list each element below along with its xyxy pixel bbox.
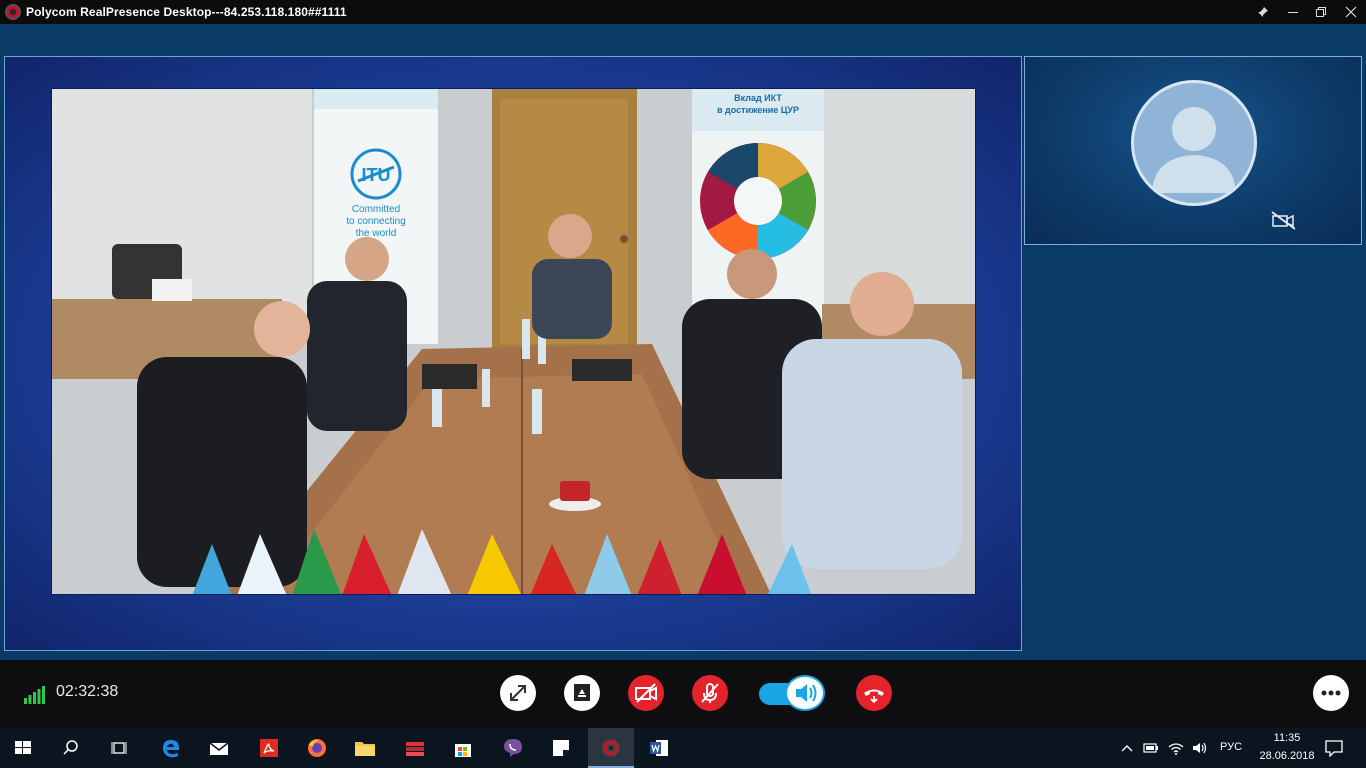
more-icon (1321, 690, 1341, 696)
battery-icon[interactable] (1142, 740, 1160, 756)
share-content-button[interactable] (564, 675, 600, 711)
task-view-button[interactable] (96, 728, 142, 768)
polycom-icon (602, 739, 620, 757)
speaker-icon (796, 684, 817, 702)
camera-toggle-button[interactable] (628, 675, 664, 711)
signal-strength-icon (24, 686, 45, 704)
start-button[interactable] (0, 728, 46, 768)
user-silhouette-icon (1152, 107, 1236, 193)
fullscreen-button[interactable] (500, 675, 536, 711)
search-button[interactable] (48, 728, 94, 768)
taskbar-app-mail[interactable] (196, 728, 242, 768)
chevron-up-icon[interactable] (1118, 740, 1136, 756)
notifications-icon[interactable] (1324, 739, 1344, 757)
title-bar: Polycom RealPresence Desktop---84.253.11… (0, 0, 1366, 24)
hangup-icon (864, 689, 884, 704)
volume-icon[interactable] (1191, 740, 1209, 756)
taskbar-app-sticky-notes[interactable] (538, 728, 584, 768)
camera-off-icon (1271, 211, 1296, 230)
taskbar-app-firefox[interactable] (294, 728, 340, 768)
banner-left-line1: Committed (352, 204, 400, 215)
restore-icon (1316, 7, 1326, 17)
clock-date[interactable]: 28.06.2018 (1254, 750, 1320, 762)
sdg-wheel-icon (700, 143, 816, 259)
window-title: Polycom RealPresence Desktop---84.253.11… (26, 5, 347, 19)
taskbar-app-viber[interactable] (490, 728, 536, 768)
banner-left-line2: to connecting (346, 216, 406, 227)
minimize-icon (1288, 12, 1298, 13)
sticky-notes-icon (553, 740, 569, 756)
avatar-placeholder (1131, 80, 1257, 206)
store-icon (455, 744, 471, 757)
remote-video-frame: ITU Committed to connecting the world Вк… (4, 56, 1022, 651)
microphone-muted-icon (701, 683, 719, 703)
pin-icon (1258, 7, 1268, 17)
banner-logo-text: ITU (362, 165, 391, 185)
taskbar-app-edge[interactable] (148, 728, 194, 768)
windows-logo-icon (15, 741, 31, 754)
conference-area: ITU Committed to connecting the world Вк… (0, 24, 1366, 660)
viber-icon (504, 739, 522, 757)
volume-button[interactable] (785, 675, 825, 711)
taskbar-app-polycom[interactable] (588, 728, 634, 768)
taskbar-app-store[interactable] (440, 728, 486, 768)
taskbar-app-acrobat[interactable] (246, 728, 292, 768)
edge-browser-icon (163, 740, 179, 758)
minimize-button[interactable] (1278, 0, 1308, 24)
call-control-bar (0, 660, 1366, 728)
polycom-logo-icon (5, 4, 21, 20)
banner-right-line1: Вклад ИКТ (734, 93, 782, 103)
pdf-reader-icon (260, 739, 278, 757)
call-duration: 02:32:38 (56, 683, 119, 700)
remote-video-feed[interactable]: ITU Committed to connecting the world Вк… (51, 88, 976, 595)
taskbar-app-explorer[interactable] (342, 728, 388, 768)
self-view-panel[interactable] (1024, 56, 1362, 245)
clock-time[interactable]: 11:35 (1262, 732, 1312, 744)
taskbar-app-books[interactable] (392, 728, 438, 768)
input-language[interactable]: РУС (1220, 741, 1242, 753)
banner-right-line2: в достижение ЦУР (717, 105, 799, 115)
hangup-button[interactable] (856, 675, 892, 711)
folder-icon (355, 742, 375, 756)
close-icon (1345, 6, 1357, 18)
share-content-icon (574, 684, 590, 701)
camera-off-icon (635, 683, 657, 703)
banner-left-line3: the world (356, 228, 397, 239)
books-icon (406, 742, 424, 756)
taskbar-app-word[interactable] (636, 728, 682, 768)
task-view-icon (111, 742, 127, 754)
search-icon (63, 740, 78, 755)
pin-button[interactable] (1248, 0, 1278, 24)
meeting-room-scene: ITU Committed to connecting the world Вк… (52, 89, 975, 594)
more-options-button[interactable] (1313, 675, 1349, 711)
firefox-icon (308, 739, 326, 757)
wifi-icon[interactable] (1167, 740, 1185, 756)
word-icon (650, 740, 668, 756)
close-button[interactable] (1336, 0, 1366, 24)
expand-icon (510, 685, 526, 701)
microphone-toggle-button[interactable] (692, 675, 728, 711)
maximize-button[interactable] (1306, 0, 1336, 24)
mail-icon (209, 742, 229, 755)
